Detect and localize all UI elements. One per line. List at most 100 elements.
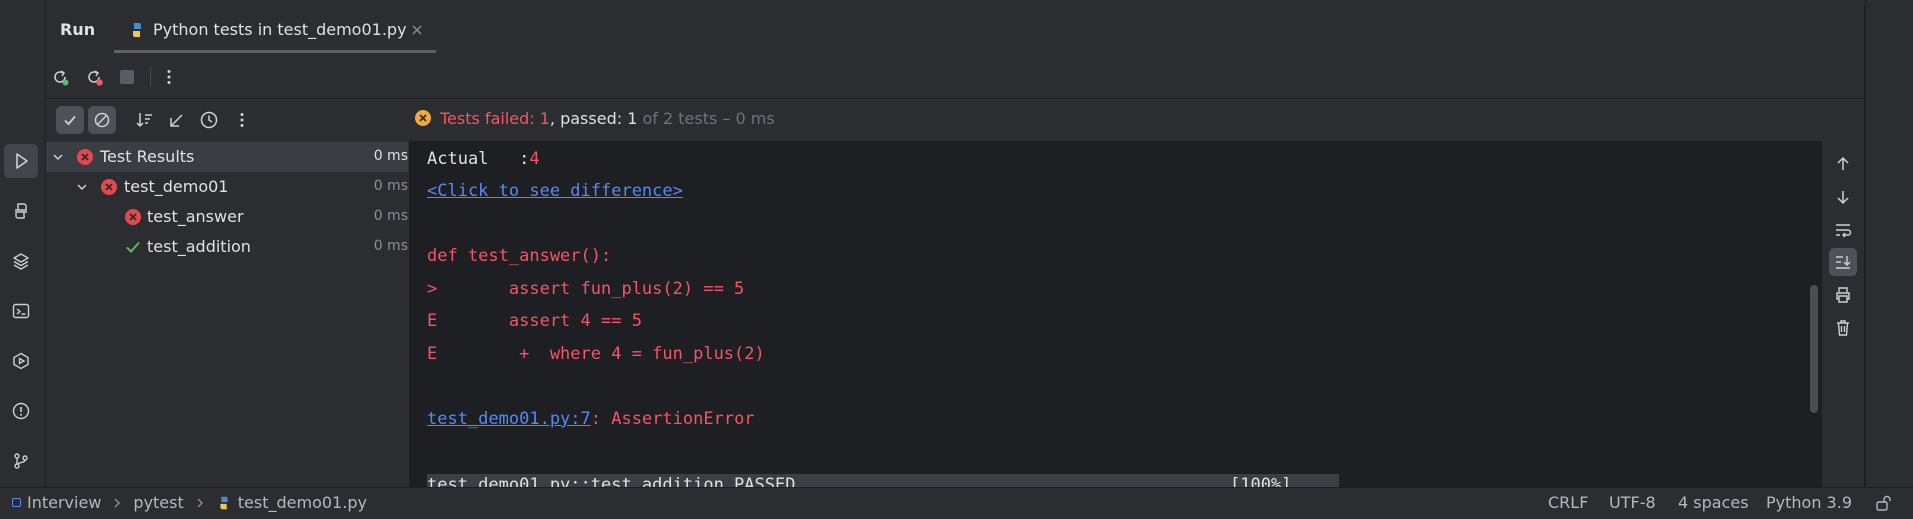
stop-button[interactable] <box>115 65 139 89</box>
clock-icon <box>200 111 218 129</box>
failed-warning-icon <box>415 110 431 126</box>
click-to-see-difference-link[interactable]: <Click to see difference> <box>427 181 683 201</box>
assertion-error-text: AssertionError <box>611 409 755 429</box>
tree-item-time: 0 ms <box>373 238 408 254</box>
ignored-icon <box>94 112 110 128</box>
lock-icon[interactable] <box>1874 494 1892 512</box>
code-line: E + where 4 = fun_plus(2) <box>427 344 765 364</box>
stop-icon <box>120 70 134 84</box>
sort-button[interactable] <box>132 107 158 133</box>
toolbar-separator <box>46 98 1864 99</box>
tree-row-module[interactable]: test_demo01 0 ms <box>46 172 408 202</box>
soft-wrap-icon <box>1836 224 1852 238</box>
layers-tool-button[interactable] <box>4 244 38 278</box>
line-ending-widget[interactable]: CRLF <box>1548 493 1588 512</box>
breadcrumb-folder[interactable]: pytest <box>133 493 183 512</box>
tree-item-label: test_answer <box>147 207 244 226</box>
error-line: test_demo01.py:7: AssertionError <box>427 409 755 429</box>
scroll-up-button[interactable] <box>1830 151 1856 177</box>
test-tree: Test Results 0 ms test_demo01 0 ms test_… <box>46 142 408 487</box>
tree-row-test-answer[interactable]: test_answer 0 ms <box>46 202 408 232</box>
rerun-failed-button[interactable] <box>82 65 106 89</box>
python-console-tool-button[interactable] <box>4 194 38 228</box>
warning-circle-icon <box>12 402 30 420</box>
layers-icon <box>13 253 29 270</box>
code-line: def test_answer(): <box>427 246 612 266</box>
indent-widget[interactable]: 4 spaces <box>1678 493 1749 512</box>
services-icon <box>13 352 29 370</box>
scroll-to-end-button[interactable] <box>1829 248 1857 276</box>
tab-python-tests[interactable]: Python tests in test_demo01.py <box>114 10 436 54</box>
run-title[interactable]: Run <box>60 20 95 39</box>
history-button[interactable] <box>196 107 222 133</box>
print-button[interactable] <box>1830 282 1856 308</box>
tree-item-time: 0 ms <box>373 208 408 224</box>
actual-line: Actual :4 <box>427 149 540 169</box>
git-branch-icon <box>14 453 28 469</box>
show-ignored-toggle[interactable] <box>88 106 116 134</box>
rerun-icon <box>54 70 69 86</box>
status-rest: of 2 tests – 0 ms <box>637 108 775 128</box>
passed-line-text: test_demo01.py::test_addition PASSED <box>427 475 796 487</box>
tree-root-time: 0 ms <box>373 148 408 164</box>
show-passed-toggle[interactable] <box>56 106 84 134</box>
arrow-up-icon <box>1837 156 1849 170</box>
code-line: E assert 4 == 5 <box>427 311 642 331</box>
console-scrollbar[interactable] <box>1810 285 1818 413</box>
rerun-button[interactable] <box>48 65 72 89</box>
run-tool-button[interactable] <box>4 144 38 178</box>
breadcrumb-file[interactable]: test_demo01.py <box>238 493 367 512</box>
soft-wrap-button[interactable] <box>1830 217 1856 243</box>
failed-count: Tests failed: 1 <box>440 108 550 128</box>
printer-icon <box>1836 287 1850 303</box>
check-icon <box>126 241 140 253</box>
tree-root-label: Test Results <box>100 147 195 166</box>
actual-value: 4 <box>529 149 540 169</box>
clear-all-button[interactable] <box>1830 315 1856 341</box>
passed-count: passed: 1 <box>560 108 638 128</box>
console-output[interactable]: Actual :4 <Click to see difference> def … <box>409 141 1822 487</box>
collapse-all-button[interactable] <box>164 107 190 133</box>
error-separator: : <box>590 409 612 429</box>
breadcrumb-project[interactable]: Interview <box>27 493 101 512</box>
tree-module-time: 0 ms <box>373 178 408 194</box>
collapse-icon <box>170 114 183 127</box>
python-icon <box>15 203 27 219</box>
sort-icon <box>136 113 152 128</box>
progress-text: [100%] <box>1230 475 1292 487</box>
close-tab-icon[interactable] <box>411 24 423 36</box>
check-icon <box>64 115 76 126</box>
failed-icon <box>77 149 93 165</box>
test-status-summary: Tests failed: 1 , passed: 1 of 2 tests –… <box>414 106 775 130</box>
encoding-widget[interactable]: UTF-8 <box>1609 493 1656 512</box>
more-options-button[interactable] <box>157 65 181 89</box>
trash-icon <box>1837 320 1849 336</box>
services-tool-button[interactable] <box>4 344 38 378</box>
source-location-link[interactable]: test_demo01.py:7 <box>427 409 591 429</box>
tree-more-button[interactable] <box>229 107 255 133</box>
chevron-down-icon[interactable] <box>76 181 88 193</box>
python-file-icon <box>133 23 141 37</box>
problems-tool-button[interactable] <box>4 394 38 428</box>
scroll-to-end-icon <box>1836 256 1851 269</box>
code-line: > assert fun_plus(2) == 5 <box>427 279 745 299</box>
left-toolbar <box>0 0 46 487</box>
play-icon <box>16 153 28 169</box>
chevron-down-icon[interactable] <box>52 151 64 163</box>
passed-line-band: test_demo01.py::test_addition PASSED [10… <box>427 474 1339 487</box>
scroll-down-button[interactable] <box>1830 184 1856 210</box>
chevron-right-icon <box>197 498 203 507</box>
right-strip <box>1865 0 1913 487</box>
git-tool-button[interactable] <box>4 444 38 478</box>
tree-module-label: test_demo01 <box>124 177 229 196</box>
interpreter-widget[interactable]: Python 3.9 <box>1766 493 1852 512</box>
tree-item-label: test_addition <box>147 237 251 256</box>
terminal-tool-button[interactable] <box>4 294 38 328</box>
status-bar: Interview pytest test_demo01.py CRLF UTF… <box>0 487 1913 519</box>
tree-row-root[interactable]: Test Results 0 ms <box>46 142 408 172</box>
python-file-icon <box>220 496 228 509</box>
tree-row-test-addition[interactable]: test_addition 0 ms <box>46 232 408 262</box>
tab-label: Python tests in test_demo01.py <box>153 20 407 39</box>
status-comma: , <box>549 108 561 128</box>
terminal-icon <box>12 303 30 319</box>
